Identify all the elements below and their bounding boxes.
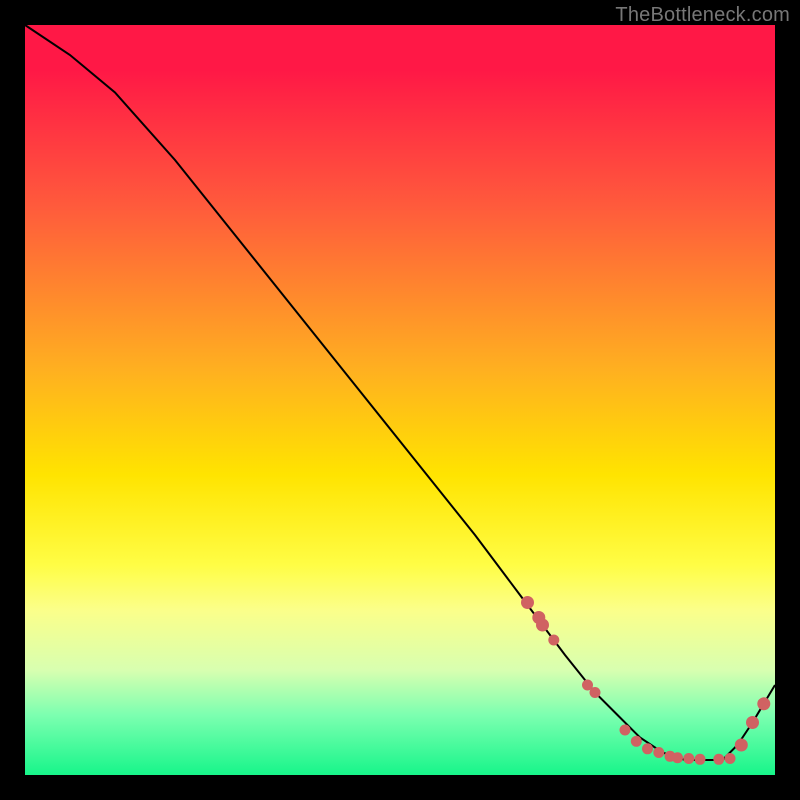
data-point xyxy=(631,736,642,747)
plot-area xyxy=(25,25,775,775)
chart-frame: TheBottleneck.com xyxy=(0,0,800,800)
data-point xyxy=(725,753,736,764)
data-point xyxy=(548,635,559,646)
highlight-points xyxy=(521,596,770,765)
data-point xyxy=(642,743,653,754)
data-point xyxy=(590,687,601,698)
data-point xyxy=(746,716,759,729)
data-point xyxy=(735,739,748,752)
data-point xyxy=(521,596,534,609)
chart-svg xyxy=(25,25,775,775)
data-point xyxy=(695,754,706,765)
series-curve xyxy=(25,25,775,760)
data-point xyxy=(536,619,549,632)
data-point xyxy=(683,753,694,764)
data-point xyxy=(672,752,683,763)
data-point xyxy=(757,697,770,710)
data-point xyxy=(620,725,631,736)
attribution-text: TheBottleneck.com xyxy=(615,4,790,27)
data-point xyxy=(713,754,724,765)
data-point xyxy=(653,747,664,758)
